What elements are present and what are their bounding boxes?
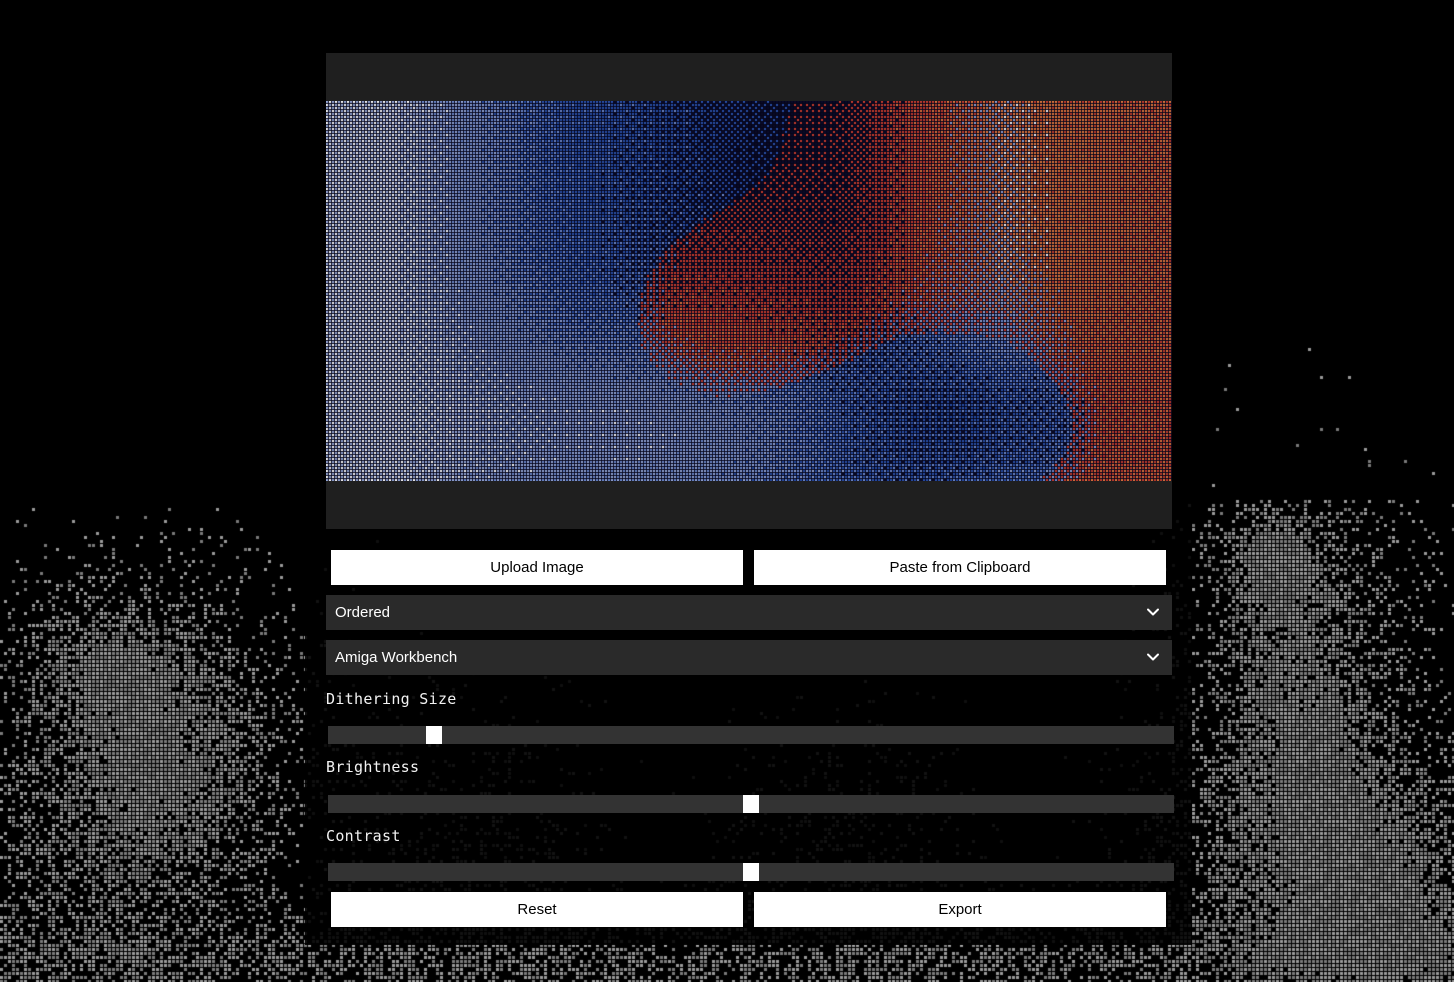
algorithm-select[interactable]: Ordered — [326, 595, 1172, 630]
dithered-preview-image — [326, 101, 1172, 481]
reset-button[interactable]: Reset — [331, 892, 743, 927]
dithering-size-slider[interactable] — [328, 726, 1174, 744]
preview-frame — [326, 53, 1172, 529]
contrast-slider[interactable] — [328, 863, 1174, 881]
brightness-slider[interactable] — [328, 795, 1174, 813]
palette-select-value: Amiga Workbench — [335, 649, 458, 666]
chevron-down-icon — [1147, 653, 1159, 661]
upload-image-button[interactable]: Upload Image — [331, 550, 743, 585]
contrast-slider-thumb[interactable] — [743, 863, 759, 881]
dithering-size-slider-thumb[interactable] — [426, 726, 442, 744]
palette-select[interactable]: Amiga Workbench — [326, 640, 1172, 675]
algorithm-select-value: Ordered — [335, 604, 391, 621]
export-button[interactable]: Export — [754, 892, 1166, 927]
brightness-slider-thumb[interactable] — [743, 795, 759, 813]
paste-clipboard-button[interactable]: Paste from Clipboard — [754, 550, 1166, 585]
contrast-label: Contrast — [326, 827, 401, 845]
brightness-label: Brightness — [326, 758, 420, 776]
dithering-size-label: Dithering Size — [326, 690, 457, 708]
app-stage: Upload Image Paste from Clipboard Ordere… — [0, 0, 1454, 982]
chevron-down-icon — [1147, 608, 1159, 616]
